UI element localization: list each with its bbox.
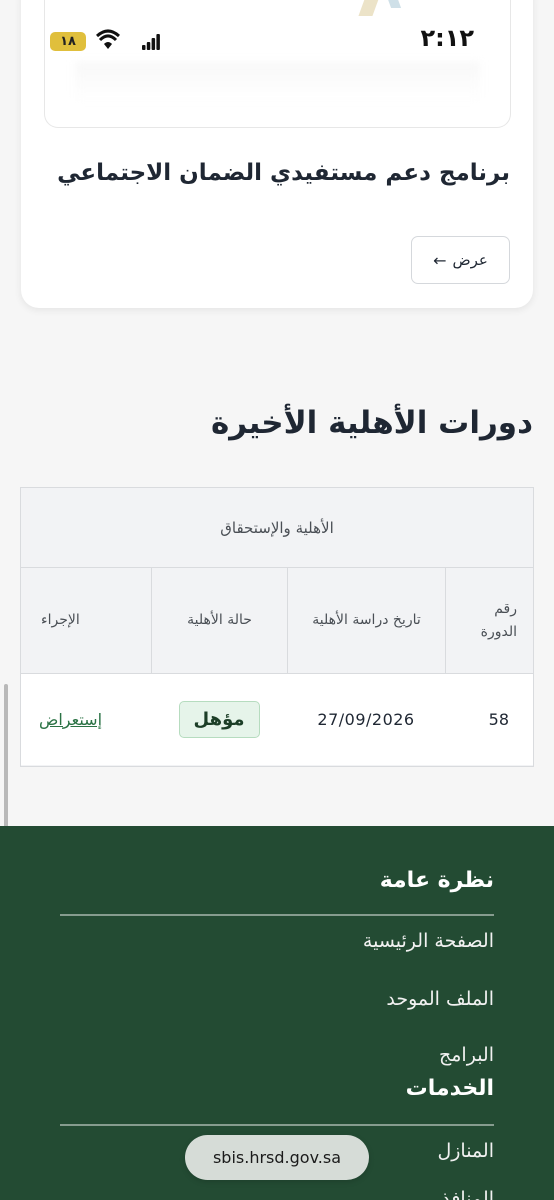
table-group-header: الأهلية والإستحقاق (21, 488, 533, 568)
review-link[interactable]: إستعراض (39, 710, 102, 729)
status-time: ٢:١٢ (420, 24, 474, 52)
column-header-action: الإجراء (41, 612, 80, 629)
browser-url-bar[interactable]: sbis.hrsd.gov.sa (185, 1135, 369, 1180)
battery-level: ١٨ (60, 34, 76, 49)
page: برنامج دعم مستفيدي الضمان الاجتماعي عرض … (0, 0, 554, 1200)
table-row: 58 27/09/2026 مؤهل إستعراض (21, 674, 533, 765)
footer-link-home[interactable]: الصفحة الرئيسية (363, 930, 494, 952)
footer-link-homes[interactable]: المنازل (437, 1140, 494, 1162)
cell-date: 27/09/2026 (317, 710, 415, 729)
footer-link-programs[interactable]: البرامج (439, 1044, 494, 1066)
cell-action: إستعراض (21, 674, 151, 765)
footer-overview-heading: نظرة عامة (379, 868, 494, 893)
cell-cycle: 58 (488, 710, 509, 729)
footer-services-heading: الخدمات (405, 1076, 494, 1101)
status-bar: ٢:١٢ ١٨ (0, 0, 554, 60)
footer-divider (60, 1124, 494, 1126)
cell-status: مؤهل (151, 674, 287, 765)
footer-divider (60, 914, 494, 916)
signal-icon (142, 34, 160, 50)
battery-icon: ١٨ (50, 32, 86, 51)
column-header-cycle: رقم الدورة (445, 568, 533, 673)
wifi-icon (96, 29, 120, 49)
footer-link-outlets[interactable]: المنافذ (441, 1188, 494, 1200)
view-button[interactable]: عرض ← (411, 236, 510, 284)
section-title: دورات الأهلية الأخيرة (211, 405, 533, 441)
footer-link-unified-profile[interactable]: الملف الموحد (386, 988, 494, 1010)
eligibility-table: الأهلية والإستحقاق رقم الدورة تاريخ دراس… (20, 487, 534, 767)
column-header-status: حالة الأهلية (151, 568, 287, 673)
arrow-left-icon: ← (433, 250, 447, 270)
status-badge: مؤهل (178, 701, 260, 738)
column-header-date: تاريخ دراسة الأهلية (287, 568, 445, 673)
program-title: برنامج دعم مستفيدي الضمان الاجتماعي (57, 160, 510, 186)
table-header-row: رقم الدورة تاريخ دراسة الأهلية حالة الأه… (21, 568, 533, 674)
view-button-label: عرض (452, 251, 488, 269)
